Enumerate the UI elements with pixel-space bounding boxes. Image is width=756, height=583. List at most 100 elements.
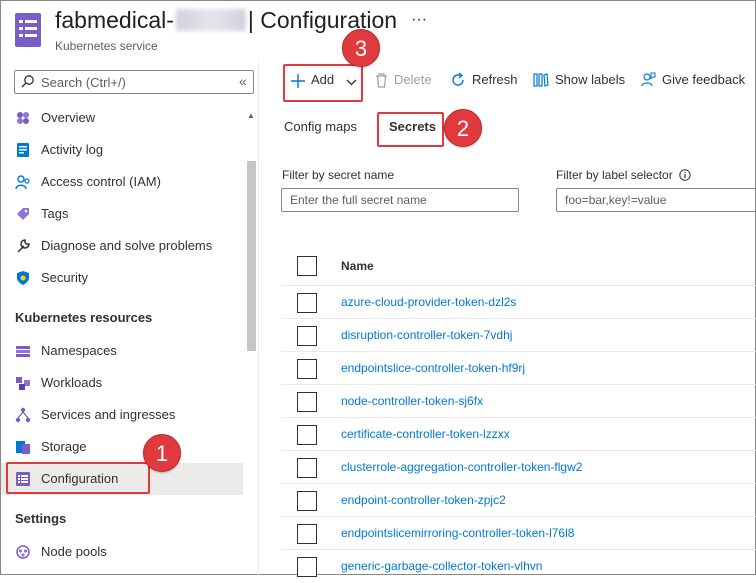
row-checkbox[interactable] bbox=[297, 293, 317, 313]
redacted-name bbox=[175, 9, 246, 31]
callout-badge-1: 1 bbox=[143, 434, 181, 472]
table-row: endpoint-controller-token-zpjc2 bbox=[281, 484, 756, 517]
secret-link[interactable]: endpointslice-controller-token-hf9rj bbox=[341, 361, 525, 375]
sidebar: Search (Ctrl+/) « Overview Activity log … bbox=[1, 61, 259, 576]
storage-icon bbox=[15, 439, 31, 455]
show-labels-button[interactable]: Show labels bbox=[533, 72, 625, 88]
sidebar-item-node-pools[interactable]: Node pools bbox=[1, 536, 243, 568]
tab-config-maps[interactable]: Config maps bbox=[284, 119, 357, 134]
row-checkbox[interactable] bbox=[297, 557, 317, 577]
collapse-sidebar-button[interactable]: « bbox=[239, 73, 247, 89]
sidebar-item-label: Security bbox=[41, 270, 88, 285]
scrollbar-thumb[interactable] bbox=[247, 161, 256, 351]
select-all-checkbox[interactable] bbox=[297, 256, 317, 276]
sidebar-item-activity-log[interactable]: Activity log bbox=[1, 134, 243, 166]
give-feedback-label: Give feedback bbox=[662, 72, 746, 87]
callout-badge-2: 2 bbox=[444, 109, 482, 147]
sidebar-item-diagnose[interactable]: Diagnose and solve problems bbox=[1, 230, 243, 262]
table-row: azure-cloud-provider-token-dzl2s bbox=[281, 286, 756, 319]
sidebar-item-storage[interactable]: Storage bbox=[1, 431, 243, 463]
secret-link[interactable]: clusterrole-aggregation-controller-token… bbox=[341, 460, 582, 474]
sidebar-item-services-ingresses[interactable]: Services and ingresses bbox=[1, 399, 243, 431]
services-icon bbox=[15, 407, 31, 423]
delete-button[interactable]: Delete bbox=[375, 72, 432, 88]
configuration-app-icon bbox=[15, 13, 41, 47]
secret-link[interactable]: generic-garbage-collector-token-vlhvn bbox=[341, 559, 542, 573]
secret-link[interactable]: endpoint-controller-token-zpjc2 bbox=[341, 493, 506, 507]
sidebar-item-label: Node pools bbox=[41, 544, 107, 559]
sidebar-item-label: Diagnose and solve problems bbox=[41, 238, 213, 253]
row-checkbox[interactable] bbox=[297, 491, 317, 511]
column-header-name[interactable]: Name bbox=[341, 259, 374, 273]
filter-secret-name-label: Filter by secret name bbox=[282, 168, 395, 182]
feedback-icon bbox=[641, 72, 656, 87]
secret-link[interactable]: azure-cloud-provider-token-dzl2s bbox=[341, 295, 516, 309]
activity-log-icon bbox=[15, 142, 31, 158]
highlight-configuration bbox=[6, 462, 150, 494]
refresh-icon bbox=[452, 72, 464, 86]
sidebar-item-namespaces[interactable]: Namespaces bbox=[1, 335, 243, 367]
table-row: clusterrole-aggregation-controller-token… bbox=[281, 451, 756, 484]
section-settings: Settings bbox=[15, 511, 67, 526]
table-row: endpointslice-controller-token-hf9rj bbox=[281, 352, 756, 385]
secret-link[interactable]: certificate-controller-token-lzzxx bbox=[341, 427, 510, 441]
sidebar-item-overview[interactable]: Overview bbox=[1, 102, 243, 134]
give-feedback-button[interactable]: Give feedback bbox=[640, 72, 745, 88]
filter-label-selector-text: Filter by label selector bbox=[556, 168, 673, 182]
search-input[interactable]: Search (Ctrl+/) bbox=[14, 70, 254, 94]
row-checkbox[interactable] bbox=[297, 458, 317, 478]
more-options-button[interactable]: ··· bbox=[411, 11, 427, 28]
highlight-secrets-tab bbox=[377, 112, 444, 147]
sidebar-item-access-control[interactable]: Access control (IAM) bbox=[1, 166, 243, 198]
page-subtitle: Kubernetes service bbox=[55, 39, 158, 53]
filter-secret-name-input[interactable]: Enter the full secret name bbox=[281, 188, 519, 212]
title-suffix: | Configuration bbox=[247, 7, 398, 33]
sidebar-item-label: Tags bbox=[41, 206, 69, 221]
node-pools-icon bbox=[15, 544, 31, 560]
row-checkbox[interactable] bbox=[297, 326, 317, 346]
overview-icon bbox=[15, 110, 31, 126]
labels-icon bbox=[533, 73, 549, 87]
delete-label: Delete bbox=[394, 72, 432, 87]
iam-icon bbox=[15, 174, 31, 190]
namespaces-icon bbox=[15, 343, 31, 359]
workloads-icon bbox=[15, 375, 31, 391]
secret-link[interactable]: endpointslicemirroring-controller-token-… bbox=[341, 526, 574, 540]
table-row: endpointslicemirroring-controller-token-… bbox=[281, 517, 756, 550]
sidebar-item-label: Access control (IAM) bbox=[41, 174, 161, 189]
table-row: disruption-controller-token-7vdhj bbox=[281, 319, 756, 352]
page-title: fabmedical- | Configuration ··· bbox=[55, 7, 427, 34]
table-row: generic-garbage-collector-token-vlhvn bbox=[281, 550, 756, 583]
secret-link[interactable]: disruption-controller-token-7vdhj bbox=[341, 328, 512, 342]
refresh-button[interactable]: Refresh bbox=[450, 72, 518, 88]
sidebar-item-label: Activity log bbox=[41, 142, 104, 157]
highlight-add-button bbox=[283, 64, 363, 102]
filter-label-selector-label: Filter by label selector bbox=[556, 168, 691, 182]
filter-label-selector-input[interactable]: foo=bar,key!=value bbox=[556, 188, 756, 212]
row-checkbox[interactable] bbox=[297, 425, 317, 445]
sidebar-item-label: Overview bbox=[41, 110, 96, 125]
sidebar-item-label: Workloads bbox=[41, 375, 103, 390]
sidebar-item-workloads[interactable]: Workloads bbox=[1, 367, 243, 399]
callout-badge-3: 3 bbox=[342, 29, 380, 67]
show-labels-label: Show labels bbox=[555, 72, 626, 87]
sidebar-item-label: Services and ingresses bbox=[41, 407, 176, 422]
sidebar-scrollbar[interactable]: ▲ bbox=[243, 111, 259, 576]
title-prefix: fabmedical- bbox=[55, 7, 174, 33]
sidebar-item-security[interactable]: Security bbox=[1, 262, 243, 294]
secret-link[interactable]: node-controller-token-sj6fx bbox=[341, 394, 483, 408]
table-row: certificate-controller-token-lzzxx bbox=[281, 418, 756, 451]
info-icon[interactable] bbox=[679, 169, 691, 181]
row-checkbox[interactable] bbox=[297, 359, 317, 379]
section-kubernetes-resources: Kubernetes resources bbox=[15, 310, 153, 325]
sidebar-item-tags[interactable]: Tags bbox=[1, 198, 243, 230]
tag-icon bbox=[15, 206, 31, 222]
search-icon bbox=[21, 74, 35, 93]
row-checkbox[interactable] bbox=[297, 524, 317, 544]
row-checkbox[interactable] bbox=[297, 392, 317, 412]
table-row: node-controller-token-sj6fx bbox=[281, 385, 756, 418]
wrench-icon bbox=[15, 238, 31, 254]
sidebar-item-label: Namespaces bbox=[41, 343, 117, 358]
shield-icon bbox=[15, 270, 31, 286]
scroll-up-arrow-icon[interactable]: ▲ bbox=[247, 111, 255, 120]
